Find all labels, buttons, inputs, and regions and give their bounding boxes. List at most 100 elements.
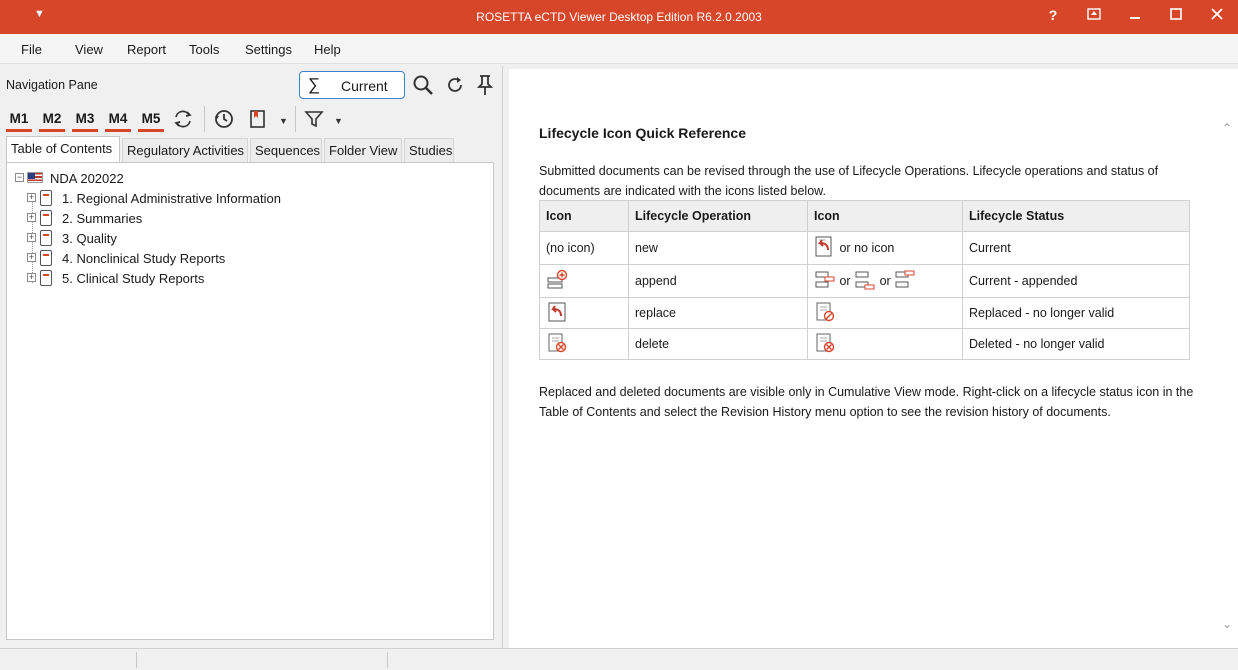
status-bar (0, 648, 1238, 670)
expand-icon[interactable]: + (27, 213, 36, 222)
current-status-icon (814, 236, 836, 261)
table-header-row: Icon Lifecycle Operation Icon Lifecycle … (539, 200, 1190, 232)
table-cell (539, 264, 629, 298)
tree-root[interactable]: − NDA 202022 (7, 169, 207, 189)
tab-studies[interactable]: Studies (404, 138, 454, 162)
appended-status-icon (854, 269, 876, 294)
tree-item[interactable]: + 2. Summaries (7, 209, 307, 229)
appended-status-icon (814, 269, 836, 294)
menu-help[interactable]: Help (314, 42, 341, 57)
menu-bar: File View Report Tools Settings Help (0, 34, 1238, 64)
table-cell: delete (628, 328, 808, 360)
view-mode-label: Current (341, 78, 388, 94)
bookmark-icon[interactable] (249, 109, 267, 134)
table-cell (539, 328, 629, 360)
table-row: append or or Current - appended (539, 264, 1190, 298)
deleted-status-icon (814, 332, 836, 357)
us-flag-icon (27, 172, 43, 183)
status-icon-note: or no icon (839, 240, 895, 255)
menu-view[interactable]: View (75, 42, 103, 57)
delete-icon (546, 332, 568, 357)
replaced-status-icon (814, 301, 836, 326)
navigation-pane: Navigation Pane ∑ Current M1 M2 M3 M4 M5… (0, 66, 503, 648)
title-bar: ▼ ROSETTA eCTD Viewer Desktop Edition R6… (0, 0, 1238, 34)
table-header: Lifecycle Status (962, 200, 1190, 232)
pin-icon[interactable] (476, 74, 494, 101)
module-2-button[interactable]: M2 (39, 108, 65, 132)
sigma-icon: ∑ (308, 75, 321, 94)
tab-table-of-contents[interactable]: Table of Contents (6, 136, 120, 162)
table-header: Icon (539, 200, 629, 232)
append-icon (546, 269, 568, 294)
table-cell: (no icon) (539, 231, 629, 265)
table-cell: or no icon (807, 231, 963, 265)
module-3-button[interactable]: M3 (72, 108, 98, 132)
view-mode-selector[interactable]: ∑ Current (299, 71, 405, 99)
minimize-button[interactable] (1123, 7, 1147, 27)
expand-icon[interactable]: + (27, 253, 36, 262)
menu-file[interactable]: File (21, 42, 42, 57)
module-5-button[interactable]: M5 (138, 108, 164, 132)
replace-icon (546, 301, 568, 326)
tab-sequences[interactable]: Sequences (250, 138, 322, 162)
help-button[interactable]: ? (1041, 7, 1065, 27)
tab-folder-view[interactable]: Folder View (324, 138, 402, 162)
maximize-button[interactable] (1164, 7, 1188, 27)
intro-text: Submitted documents can be revised throu… (539, 164, 1159, 198)
table-row: delete Deleted - no longer valid (539, 328, 1190, 360)
toolbar-separator (295, 106, 296, 132)
table-header: Lifecycle Operation (628, 200, 808, 232)
table-cell (807, 297, 963, 329)
tree-item[interactable]: + 3. Quality (7, 229, 307, 249)
table-cell: or or (807, 264, 963, 298)
scroll-up-icon[interactable]: ⌃ (1222, 121, 1232, 135)
tree-item[interactable]: + 1. Regional Administrative Information (7, 189, 307, 209)
module-1-button[interactable]: M1 (6, 108, 32, 132)
toolbar-separator (204, 106, 205, 132)
document-icon (40, 210, 52, 226)
history-icon[interactable] (213, 108, 235, 135)
menu-report[interactable]: Report (127, 42, 166, 57)
tree-item-label: 5. Clinical Study Reports (62, 271, 205, 286)
document-icon (40, 190, 52, 206)
table-of-contents-tree: − NDA 202022 + 1. Regional Administrativ… (6, 162, 494, 640)
table-cell (539, 297, 629, 329)
filter-icon[interactable] (304, 109, 324, 134)
expand-icon[interactable]: + (27, 233, 36, 242)
table-cell: replace (628, 297, 808, 329)
document-icon (40, 270, 52, 286)
module-4-button[interactable]: M4 (105, 108, 131, 132)
expand-icon[interactable]: + (27, 193, 36, 202)
sync-icon[interactable] (172, 108, 194, 135)
restore-pane-icon[interactable] (1082, 7, 1106, 27)
expand-icon[interactable]: + (27, 273, 36, 282)
document-icon (40, 230, 52, 246)
chevron-down-icon[interactable]: ▼ (279, 116, 288, 126)
table-cell: new (628, 231, 808, 265)
tree-item[interactable]: + 5. Clinical Study Reports (7, 269, 307, 289)
search-icon[interactable] (412, 74, 434, 101)
table-cell: Replaced - no longer valid (962, 297, 1190, 329)
table-header: Icon (807, 200, 963, 232)
refresh-icon[interactable] (445, 75, 465, 100)
close-button[interactable] (1205, 7, 1229, 27)
table-cell: append (628, 264, 808, 298)
table-row: replace Replaced - no longer valid (539, 297, 1190, 329)
table-cell (807, 328, 963, 360)
appended-status-icon (894, 269, 916, 294)
page-title: Lifecycle Icon Quick Reference (539, 125, 746, 141)
chevron-down-icon[interactable]: ▼ (334, 116, 343, 126)
or-label: or (879, 273, 891, 288)
menu-tools[interactable]: Tools (189, 42, 219, 57)
collapse-icon[interactable]: − (15, 173, 24, 182)
tree-item[interactable]: + 4. Nonclinical Study Reports (7, 249, 307, 269)
table-row: (no icon) new or no icon Current (539, 231, 1190, 265)
tab-regulatory-activities[interactable]: Regulatory Activities (122, 138, 248, 162)
tree-item-label: 3. Quality (62, 231, 117, 246)
scroll-down-icon[interactable]: ⌄ (1222, 617, 1232, 631)
lifecycle-table: Icon Lifecycle Operation Icon Lifecycle … (539, 200, 1190, 360)
or-label: or (839, 273, 851, 288)
status-divider (387, 652, 388, 668)
table-cell: Deleted - no longer valid (962, 328, 1190, 360)
menu-settings[interactable]: Settings (245, 42, 292, 57)
